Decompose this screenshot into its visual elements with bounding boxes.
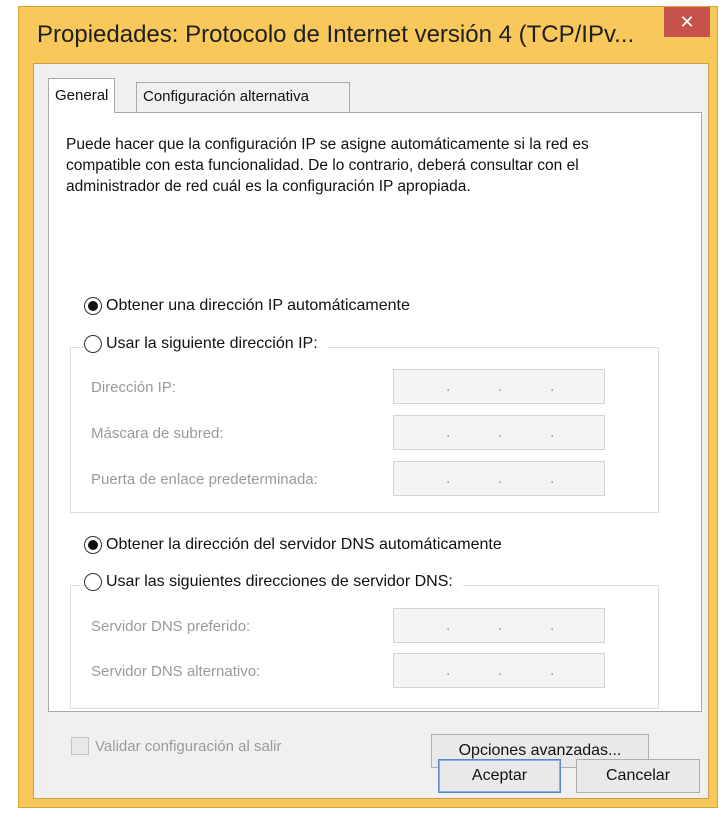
default-gateway-input[interactable]: . . . [393, 461, 605, 496]
ip-address-label: Dirección IP: [91, 379, 177, 396]
dialog-client-area: General Configuración alternativa Puede … [33, 63, 709, 799]
advanced-options-label: Opciones avanzadas... [458, 742, 622, 759]
subnet-mask-label: Máscara de subred: [91, 425, 224, 442]
subnet-mask-input[interactable]: . . . [393, 415, 605, 450]
ok-button[interactable]: Aceptar [438, 759, 561, 793]
dns-manual-label: Usar las siguientes direcciones de servi… [106, 573, 453, 590]
ip-address-input[interactable]: . . . [393, 369, 605, 404]
default-gateway-dot-1: . [446, 470, 451, 487]
window-title: Propiedades: Protocolo de Internet versi… [37, 21, 635, 48]
close-icon: ✕ [679, 12, 695, 32]
default-gateway-dot-2: . [498, 470, 503, 487]
subnet-mask-dot-1: . [446, 424, 451, 441]
ip-address-dot-3: . [550, 378, 555, 395]
cancel-button[interactable]: Cancelar [576, 759, 700, 793]
tab-alternate-configuration-label: Configuración alternativa [143, 88, 309, 105]
ip-manual-radio-row[interactable]: Usar la siguiente dirección IP: [84, 335, 328, 353]
preferred-dns-dot-1: . [446, 617, 451, 634]
ip-auto-radio[interactable] [84, 297, 102, 315]
validate-on-exit-label: Validar configuración al salir [95, 737, 282, 755]
tab-general[interactable]: General [48, 78, 116, 113]
preferred-dns-label: Servidor DNS preferido: [91, 618, 251, 635]
default-gateway-label: Puerta de enlace predeterminada: [91, 471, 318, 488]
alternate-dns-dot-3: . [550, 662, 555, 679]
alternate-dns-dot-1: . [446, 662, 451, 679]
general-tab-panel: Puede hacer que la configuración IP se a… [48, 112, 702, 768]
alternate-dns-dot-2: . [498, 662, 503, 679]
ip-auto-radio-row[interactable]: Obtener una dirección IP automáticamente [84, 297, 410, 315]
close-button[interactable]: ✕ [664, 7, 710, 37]
description-text: Puede hacer que la configuración IP se a… [66, 136, 589, 195]
preferred-dns-dot-3: . [550, 617, 555, 634]
ip-address-dot-2: . [498, 378, 503, 395]
ip-manual-label: Usar la siguiente dirección IP: [106, 335, 318, 352]
tab-alternate-configuration[interactable]: Configuración alternativa [136, 82, 350, 112]
dns-auto-radio-row[interactable]: Obtener la dirección del servidor DNS au… [84, 536, 502, 554]
ok-button-label: Aceptar [471, 767, 528, 784]
ip-manual-radio[interactable] [84, 335, 102, 353]
dns-manual-radio[interactable] [84, 573, 102, 591]
dns-auto-radio[interactable] [84, 536, 102, 554]
dns-auto-label: Obtener la dirección del servidor DNS au… [106, 536, 502, 553]
cancel-button-label: Cancelar [605, 767, 671, 784]
validate-on-exit-checkbox[interactable] [71, 737, 89, 755]
ip-auto-label: Obtener una dirección IP automáticamente [106, 297, 410, 314]
preferred-dns-input[interactable]: . . . [393, 608, 605, 643]
dns-manual-radio-row[interactable]: Usar las siguientes direcciones de servi… [84, 573, 463, 591]
alternate-dns-input[interactable]: . . . [393, 653, 605, 688]
validate-on-exit-row[interactable]: Validar configuración al salir [71, 737, 281, 755]
preferred-dns-dot-2: . [498, 617, 503, 634]
dns-manual-group [70, 585, 659, 709]
tab-general-label: General [55, 87, 109, 104]
ip-address-dot-1: . [446, 378, 451, 395]
subnet-mask-dot-3: . [550, 424, 555, 441]
default-gateway-dot-3: . [550, 470, 555, 487]
dialog-window: Propiedades: Protocolo de Internet versi… [18, 6, 718, 808]
alternate-dns-label: Servidor DNS alternativo: [91, 663, 261, 680]
subnet-mask-dot-2: . [498, 424, 503, 441]
